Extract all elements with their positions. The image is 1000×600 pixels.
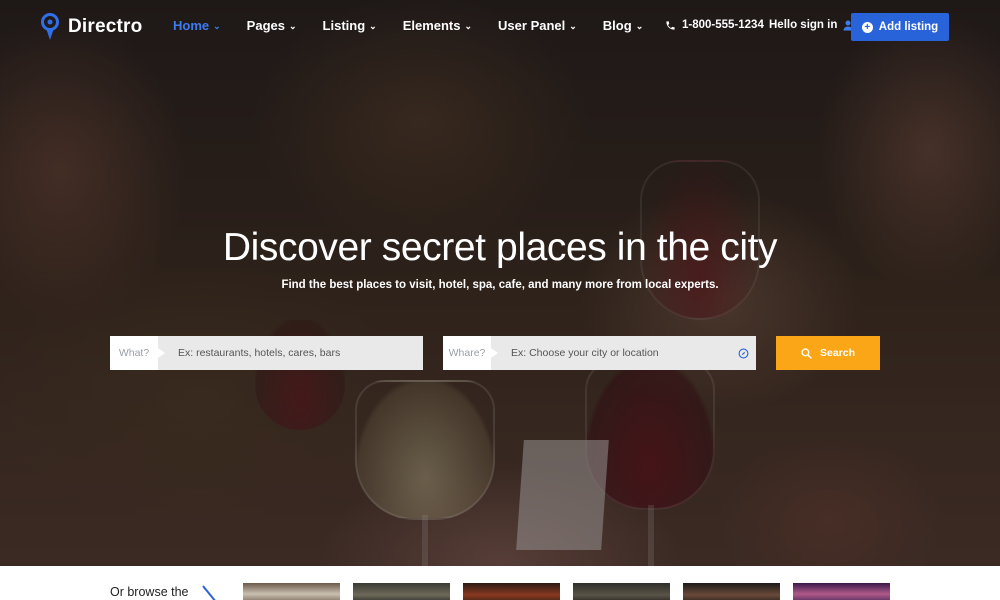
chevron-down-icon: ⌄ [369,21,377,31]
nav-item-label: Blog [602,18,632,33]
what-input[interactable] [158,336,423,370]
search-button-label: Search [819,347,856,359]
navbar: Directro Home ⌄ Pages ⌄ Listing ⌄ Elements ⌄… [0,0,1000,54]
hero-subtitle: Find the best places to visit, hotel, sp… [281,279,719,291]
what-label: What? [110,336,165,370]
add-listing-label: Add listing [878,21,939,33]
category-thumbnail[interactable] [463,583,560,600]
category-thumbnail[interactable] [573,583,670,600]
where-search-field: Whare? [443,336,756,370]
phone-link[interactable]: 1-800-555-1234 [665,19,764,31]
plus-circle-icon: + [861,21,873,33]
add-listing-button[interactable]: + Add listing [851,13,949,41]
search-button[interactable]: Search [776,336,880,370]
browse-strip: Or browse the [0,566,1000,600]
chevron-down-icon: ⌄ [635,21,644,31]
nav-item-label: Home [173,18,210,33]
map-pin-icon [41,13,59,40]
arrow-icon [202,585,216,600]
category-thumbnail[interactable] [353,583,450,600]
hero-title: Discover secret places in the city [222,226,778,269]
chevron-down-icon: ⌄ [569,21,577,31]
where-label: Whare? [443,336,498,370]
nav-item-user-panel[interactable]: User Panel ⌄ [498,18,577,33]
sign-in-link[interactable]: Hello sign in [769,19,853,31]
nav-item-elements[interactable]: Elements ⌄ [403,18,472,33]
browse-label: Or browse the [110,585,189,599]
nav-item-label: User Panel [498,18,566,33]
category-thumbnail[interactable] [243,583,340,600]
nav-item-blog[interactable]: Blog ⌄ [603,18,643,33]
nav-item-listing[interactable]: Listing ⌄ [323,18,377,33]
brand-name: Directro [68,16,143,37]
main-menu: Home ⌄ Pages ⌄ Listing ⌄ Elements ⌄ User Pan… [173,18,669,33]
compass-icon [738,348,748,358]
locate-button[interactable] [730,336,756,370]
logo[interactable]: Directro [40,13,142,41]
nav-item-pages[interactable]: Pages ⌄ [247,18,297,33]
chevron-down-icon: ⌄ [464,21,473,31]
nav-item-label: Pages [246,18,285,33]
nav-item-label: Listing [322,18,366,33]
search-icon [801,347,812,359]
chevron-down-icon: ⌄ [213,21,221,31]
phone-icon [666,20,675,30]
what-search-field: What? [110,336,423,370]
sign-in-label: Hello sign in [769,19,838,31]
phone-number: 1-800-555-1234 [682,19,764,31]
chevron-down-icon: ⌄ [288,21,297,31]
category-thumbnail[interactable] [683,583,780,600]
where-input[interactable] [491,336,730,370]
category-thumbnail[interactable] [793,583,890,600]
nav-item-label: Elements [402,18,461,33]
nav-item-home[interactable]: Home ⌄ [173,18,221,33]
